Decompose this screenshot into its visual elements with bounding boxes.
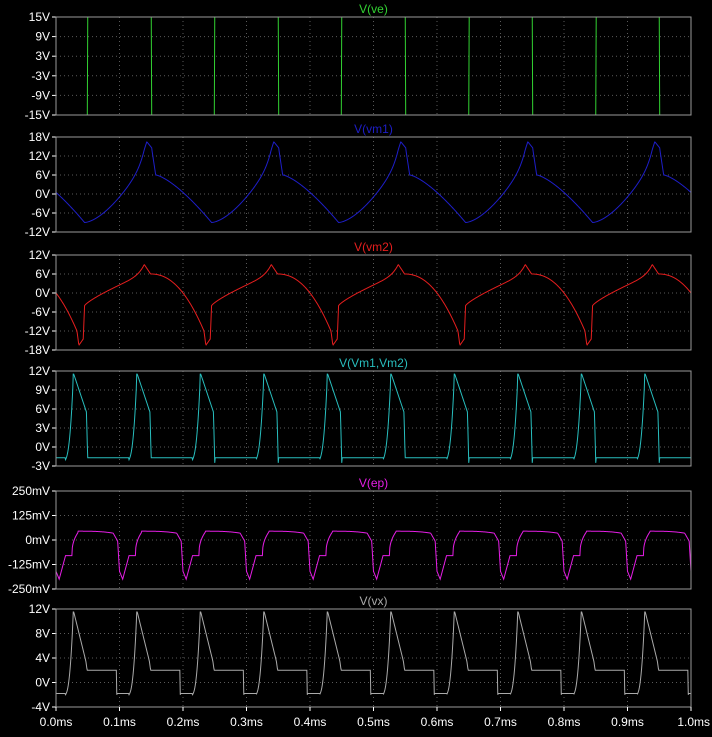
plot-pane-6: 12V 8V 4V 0V -4V V(vx) [29, 594, 692, 714]
y-tick-label: 3V [35, 421, 50, 435]
y-tick-label: -18V [25, 343, 50, 357]
y-tick-label: 0V [35, 440, 50, 454]
y-tick-label: 6V [35, 267, 50, 281]
y-tick-label: 0V [35, 187, 50, 201]
y-tick-label: 0V [35, 286, 50, 300]
y-tick-label: 250mV [12, 484, 50, 498]
y-tick-label: -125mV [8, 558, 50, 572]
y-tick-label: 6V [35, 168, 50, 182]
trace-title[interactable]: V(ve) [359, 2, 388, 16]
x-tick-label: 0.6ms [421, 715, 454, 729]
y-tick-label: -6V [31, 206, 50, 220]
x-tick-label: 0.7ms [484, 715, 517, 729]
plot-pane-1: 15V 9V 3V -3V -9V -15V V(ve) [25, 2, 692, 122]
trace-title[interactable]: V(vm1) [354, 122, 393, 136]
plot-pane-3: 12V 6V 0V -6V -12V -18V V(vm2) [25, 240, 692, 357]
x-tick-label: 0.9ms [611, 715, 644, 729]
y-tick-label: -3V [31, 69, 50, 83]
trace-line [55, 141, 692, 224]
trace-title[interactable]: V(vm2) [354, 240, 393, 254]
plot-pane-4: 12V 9V 6V 3V 0V -3V V(Vm1,Vm2) [29, 356, 692, 473]
y-tick-label: 8V [35, 627, 50, 641]
trace-title[interactable]: V(ep) [359, 476, 388, 490]
y-tick-label: -12V [25, 324, 50, 338]
y-tick-label: 3V [35, 49, 50, 63]
y-tick-label: 12V [29, 248, 50, 262]
y-tick-label: 0V [35, 676, 50, 690]
y-tick-label: -12V [25, 225, 50, 239]
plot-pane-2: 18V 12V 6V 0V -6V -12V V(vm1) [25, 122, 692, 239]
y-tick-label: 15V [29, 10, 50, 24]
y-tick-label: 12V [29, 364, 50, 378]
y-tick-label: -6V [31, 305, 50, 319]
x-tick-label: 0.0ms [40, 715, 73, 729]
trace-title[interactable]: V(vx) [360, 594, 388, 608]
y-tick-label: 4V [35, 651, 50, 665]
y-tick-label: -9V [31, 88, 50, 102]
y-tick-label: 12V [29, 149, 50, 163]
y-tick-label: 0mV [25, 533, 50, 547]
x-tick-label: 0.5ms [357, 715, 390, 729]
x-tick-label: 0.1ms [103, 715, 136, 729]
y-tick-label: 9V [35, 30, 50, 44]
x-tick-label: 1.0ms [677, 715, 710, 729]
y-tick-label: -15V [25, 108, 50, 122]
y-tick-label: 18V [29, 130, 50, 144]
trace-line [55, 264, 692, 346]
y-tick-label: 9V [35, 383, 50, 397]
x-tick-label: 0.4ms [294, 715, 327, 729]
y-tick-label: -3V [31, 459, 50, 473]
y-tick-label: 12V [29, 602, 50, 616]
y-tick-label: 6V [35, 402, 50, 416]
x-tick-label: 0.3ms [230, 715, 263, 729]
trace-title[interactable]: V(Vm1,Vm2) [339, 356, 408, 370]
y-tick-label: -4V [31, 700, 50, 714]
plot-pane-5: 250mV 125mV 0mV -125mV -250mV V(ep) [8, 476, 692, 596]
y-tick-label: -250mV [8, 582, 50, 596]
waveform-viewer: 15V 9V 3V -3V -9V -15V V(ve) 18V 12V 6V 0V -6V -12V V… [8, 2, 710, 729]
y-tick-label: 125mV [12, 509, 50, 523]
x-tick-label: 0.8ms [548, 715, 581, 729]
x-tick-label: 0.2ms [167, 715, 200, 729]
